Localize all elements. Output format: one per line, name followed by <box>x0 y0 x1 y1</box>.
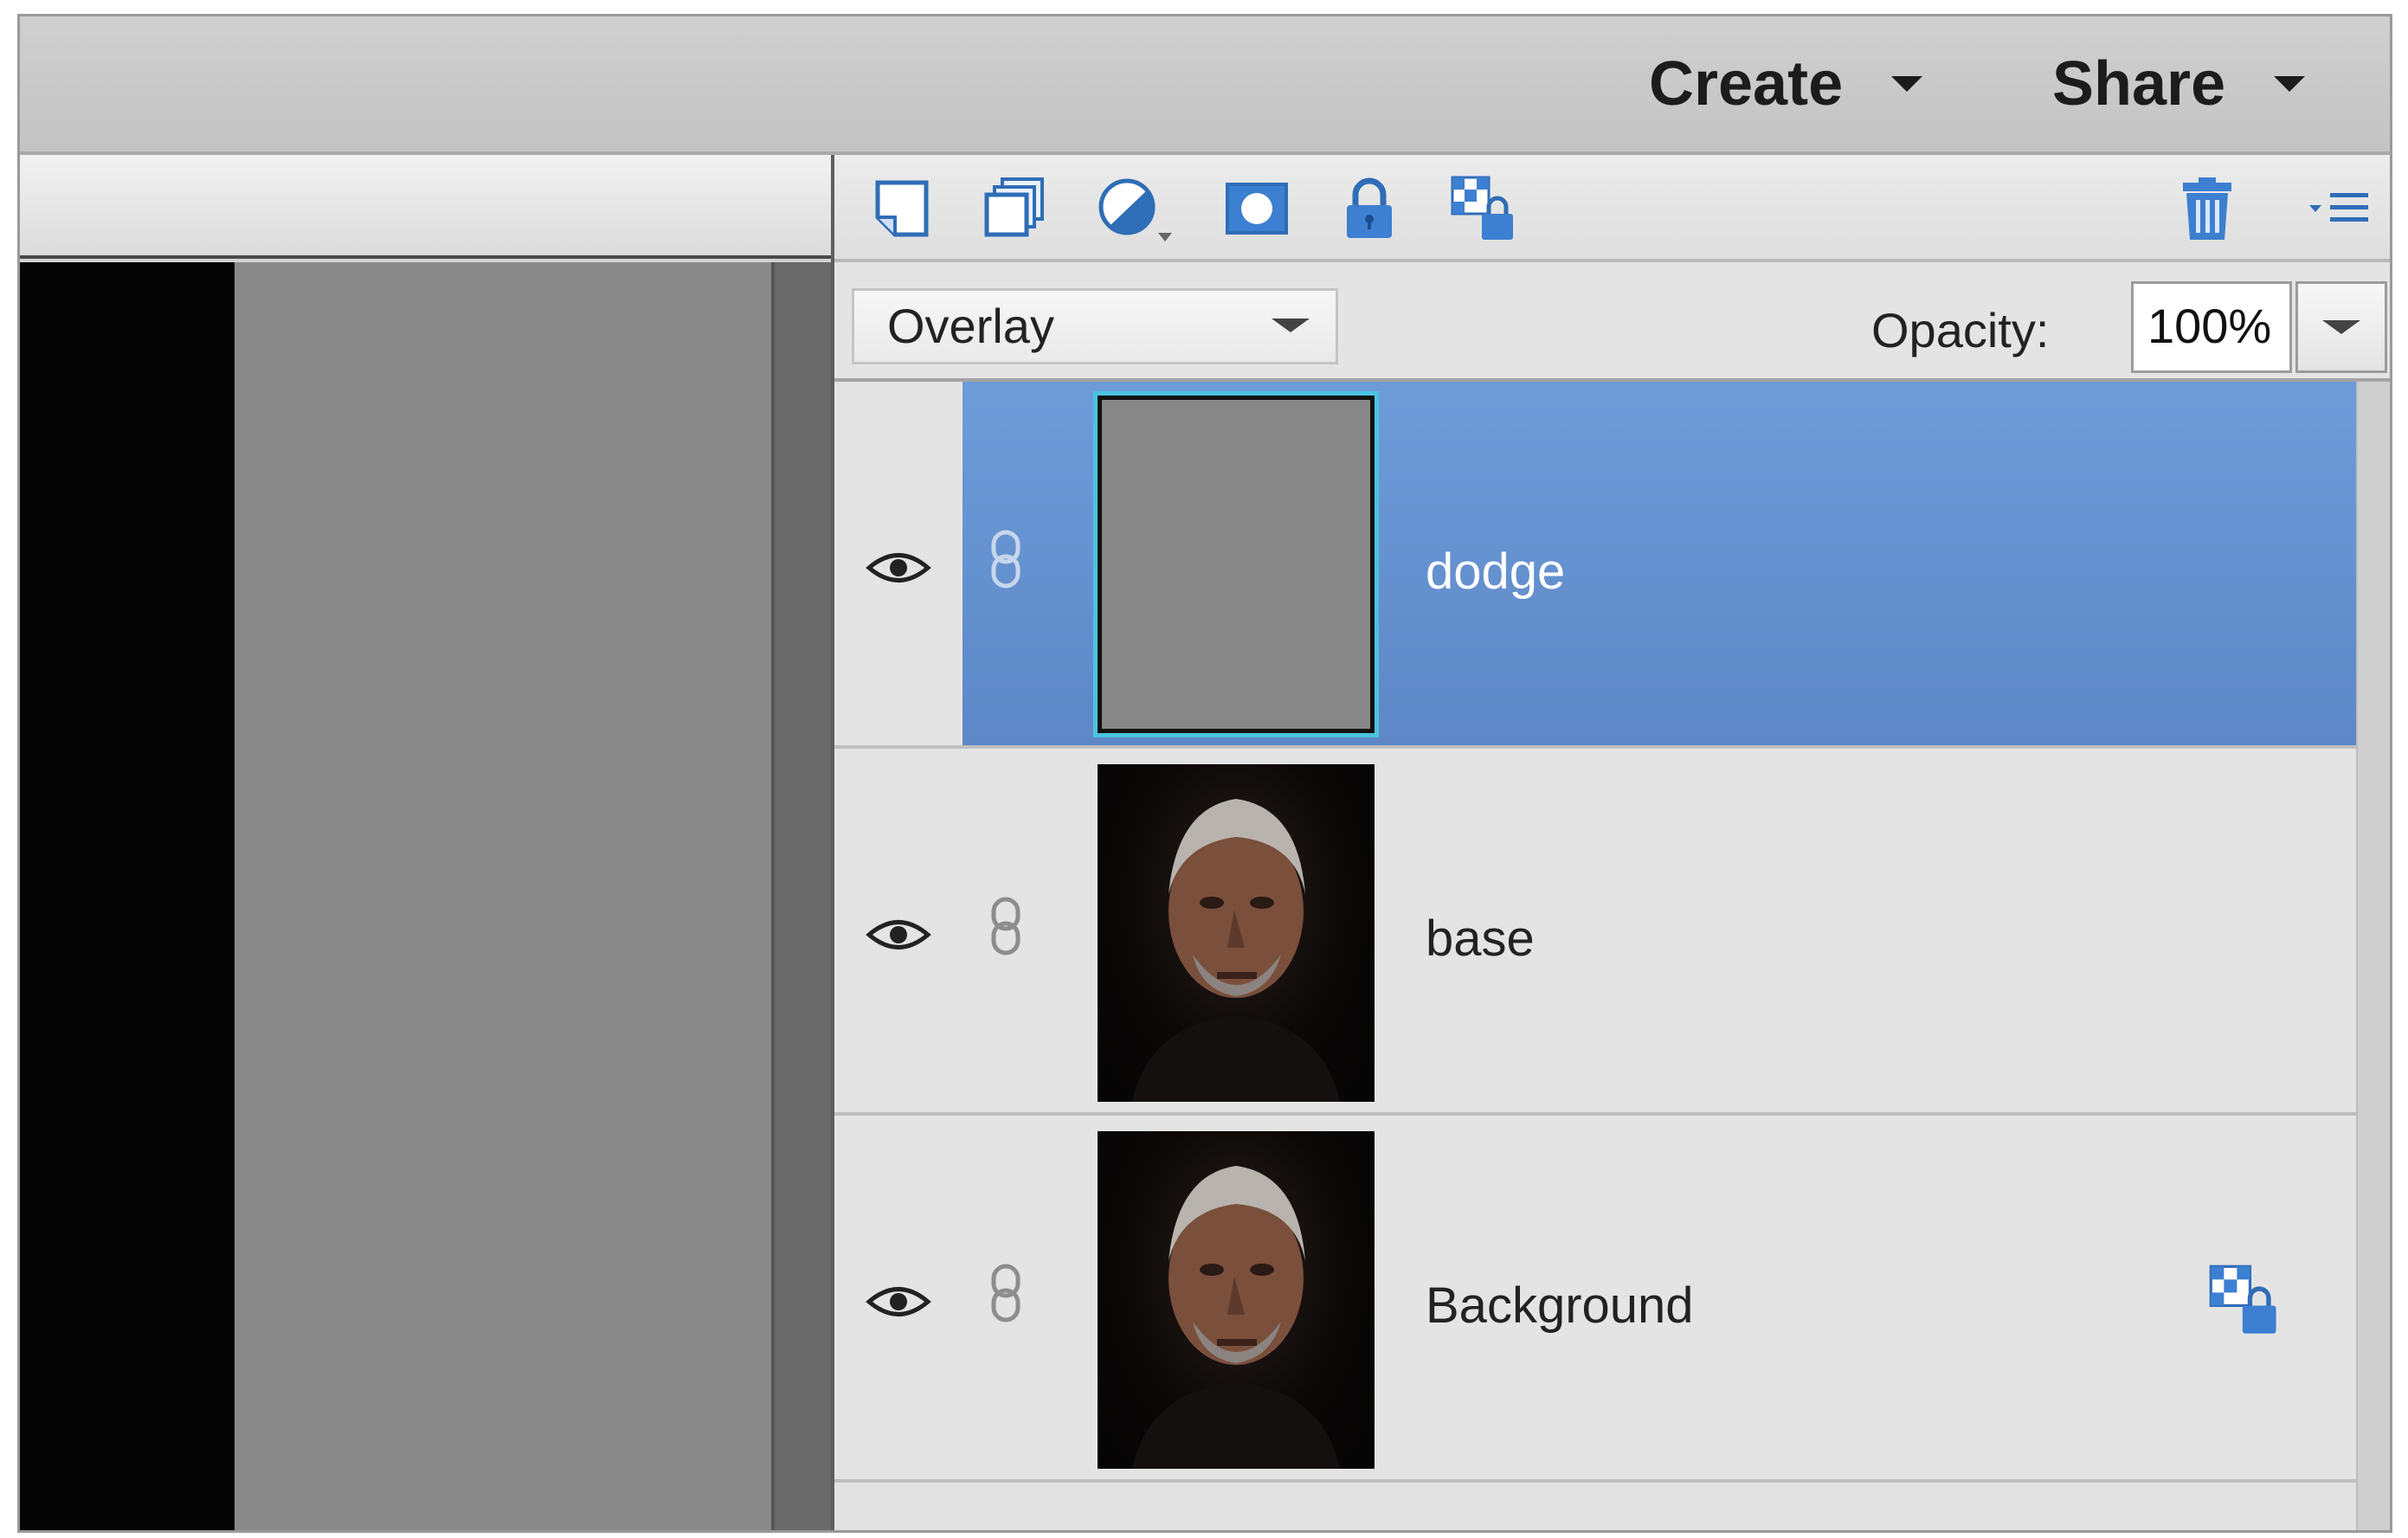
canvas-gray-area <box>235 262 771 1530</box>
layer-name: Background <box>1426 1277 1694 1334</box>
visibility-eye-icon[interactable] <box>866 1282 931 1322</box>
layer-row-dodge[interactable]: dodge <box>834 382 2356 749</box>
visibility-eye-icon[interactable] <box>866 548 931 588</box>
layers-list: dodge base Background <box>834 382 2356 1530</box>
portrait-thumbnail-image <box>1132 1166 1340 1469</box>
layer-thumbnail <box>1098 764 1375 1102</box>
share-label: Share <box>2052 49 2226 119</box>
chevron-down-icon <box>2322 320 2360 334</box>
layer-thumbnail <box>1098 1131 1375 1469</box>
lock-all-icon[interactable] <box>1335 174 1404 243</box>
opacity-label: Opacity: <box>1871 303 2050 357</box>
adjustment-layer-icon[interactable] <box>1094 174 1181 243</box>
chevron-down-icon <box>1272 319 1310 332</box>
canvas-dark-area <box>20 262 235 1530</box>
layer-row-base[interactable]: base <box>834 749 2356 1116</box>
canvas-header <box>20 155 831 259</box>
chain-link-icon[interactable] <box>988 529 1023 589</box>
portrait-thumbnail-image <box>1132 799 1340 1102</box>
layer-mask-icon[interactable] <box>1222 174 1291 243</box>
layer-row-background[interactable]: Background <box>834 1116 2356 1483</box>
layer-thumbnail <box>1093 391 1379 737</box>
blend-options-row: Overlay Opacity: 100% <box>834 262 2390 382</box>
layer-name: base <box>1426 911 1535 967</box>
create-menu[interactable]: Create <box>1649 41 1923 127</box>
top-bar: Create Share <box>20 16 2390 155</box>
opacity-input[interactable]: 100% <box>2131 281 2292 373</box>
panel-menu-icon[interactable] <box>2306 174 2375 243</box>
layers-toolbar <box>834 155 2390 262</box>
chevron-down-icon <box>2274 76 2306 92</box>
layer-name: dodge <box>1426 544 1566 600</box>
layers-scrollbar[interactable] <box>2356 382 2390 1530</box>
chevron-down-icon <box>1891 76 1923 92</box>
app-window: Create Share Overlay Opacity: 100% dodge… <box>17 14 2392 1533</box>
visibility-eye-icon[interactable] <box>866 915 931 955</box>
blend-mode-value: Overlay <box>887 299 1054 353</box>
lock-transparency-icon <box>2209 1265 2276 1334</box>
blend-mode-select[interactable]: Overlay <box>852 288 1338 364</box>
canvas-edge <box>771 262 831 1530</box>
delete-layer-icon[interactable] <box>2173 174 2242 243</box>
layers-panel: Overlay Opacity: 100% dodge base Backgro… <box>831 155 2390 1530</box>
share-menu[interactable]: Share <box>2052 41 2306 127</box>
new-layer-icon[interactable] <box>869 174 938 243</box>
create-label: Create <box>1649 49 1844 119</box>
chain-link-icon[interactable] <box>988 1263 1023 1323</box>
new-group-icon[interactable] <box>980 174 1049 243</box>
chain-link-icon[interactable] <box>988 896 1023 956</box>
lock-transparency-icon[interactable] <box>1449 174 1518 243</box>
opacity-dropdown-button[interactable] <box>2295 281 2387 373</box>
